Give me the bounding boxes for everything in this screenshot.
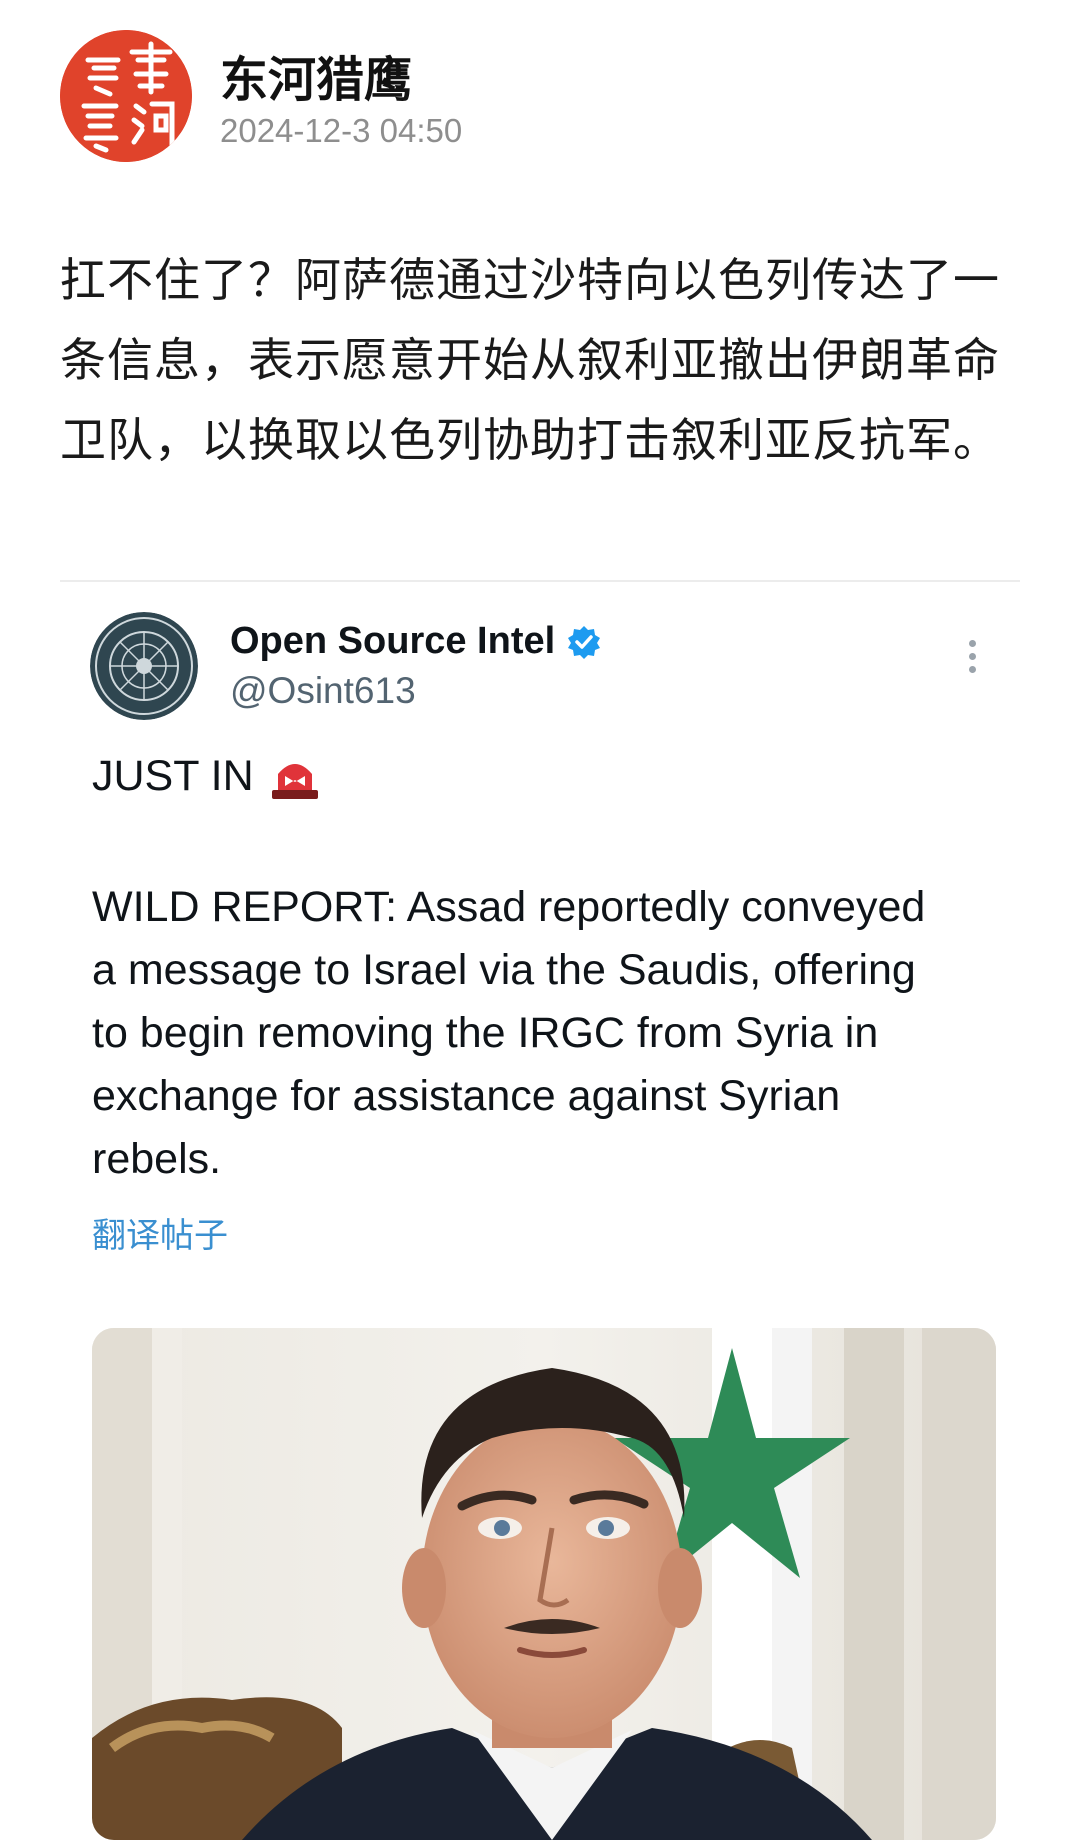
tweet-photo[interactable] [92, 1328, 996, 1840]
more-options-icon[interactable] [962, 640, 982, 680]
tweet-display-name[interactable]: Open Source Intel [230, 620, 601, 663]
tweet-body-text: WILD REPORT: Assad reportedly conveyed a… [92, 883, 926, 1183]
tweet-avatar[interactable] [90, 612, 198, 720]
tweet-headline-text: JUST IN [92, 752, 254, 800]
portrait-photo [92, 1328, 996, 1840]
siren-emoji-icon [268, 754, 322, 800]
translate-post-link[interactable]: 翻译帖子 [92, 1208, 228, 1257]
tweet-handle[interactable]: @Osint613 [230, 670, 416, 712]
seal-logo-icon [60, 30, 192, 162]
osint-logo-icon [90, 612, 198, 720]
author-name[interactable]: 东河猎鹰 [220, 40, 412, 110]
author-avatar[interactable] [60, 30, 192, 162]
tweet-display-name-text: Open Source Intel [230, 620, 556, 662]
post-header: 东河猎鹰 2024-12-3 04:50 [60, 30, 1020, 170]
tweet-headline: JUST IN [92, 752, 322, 801]
post-text: 扛不住了？阿萨德通过沙特向以色列传达了一条信息，表示愿意开始从叙利亚撤出伊朗革命… [60, 253, 1000, 467]
divider [60, 580, 1020, 582]
post-timestamp: 2024-12-3 04:50 [220, 112, 463, 149]
verified-badge-icon [567, 625, 601, 659]
